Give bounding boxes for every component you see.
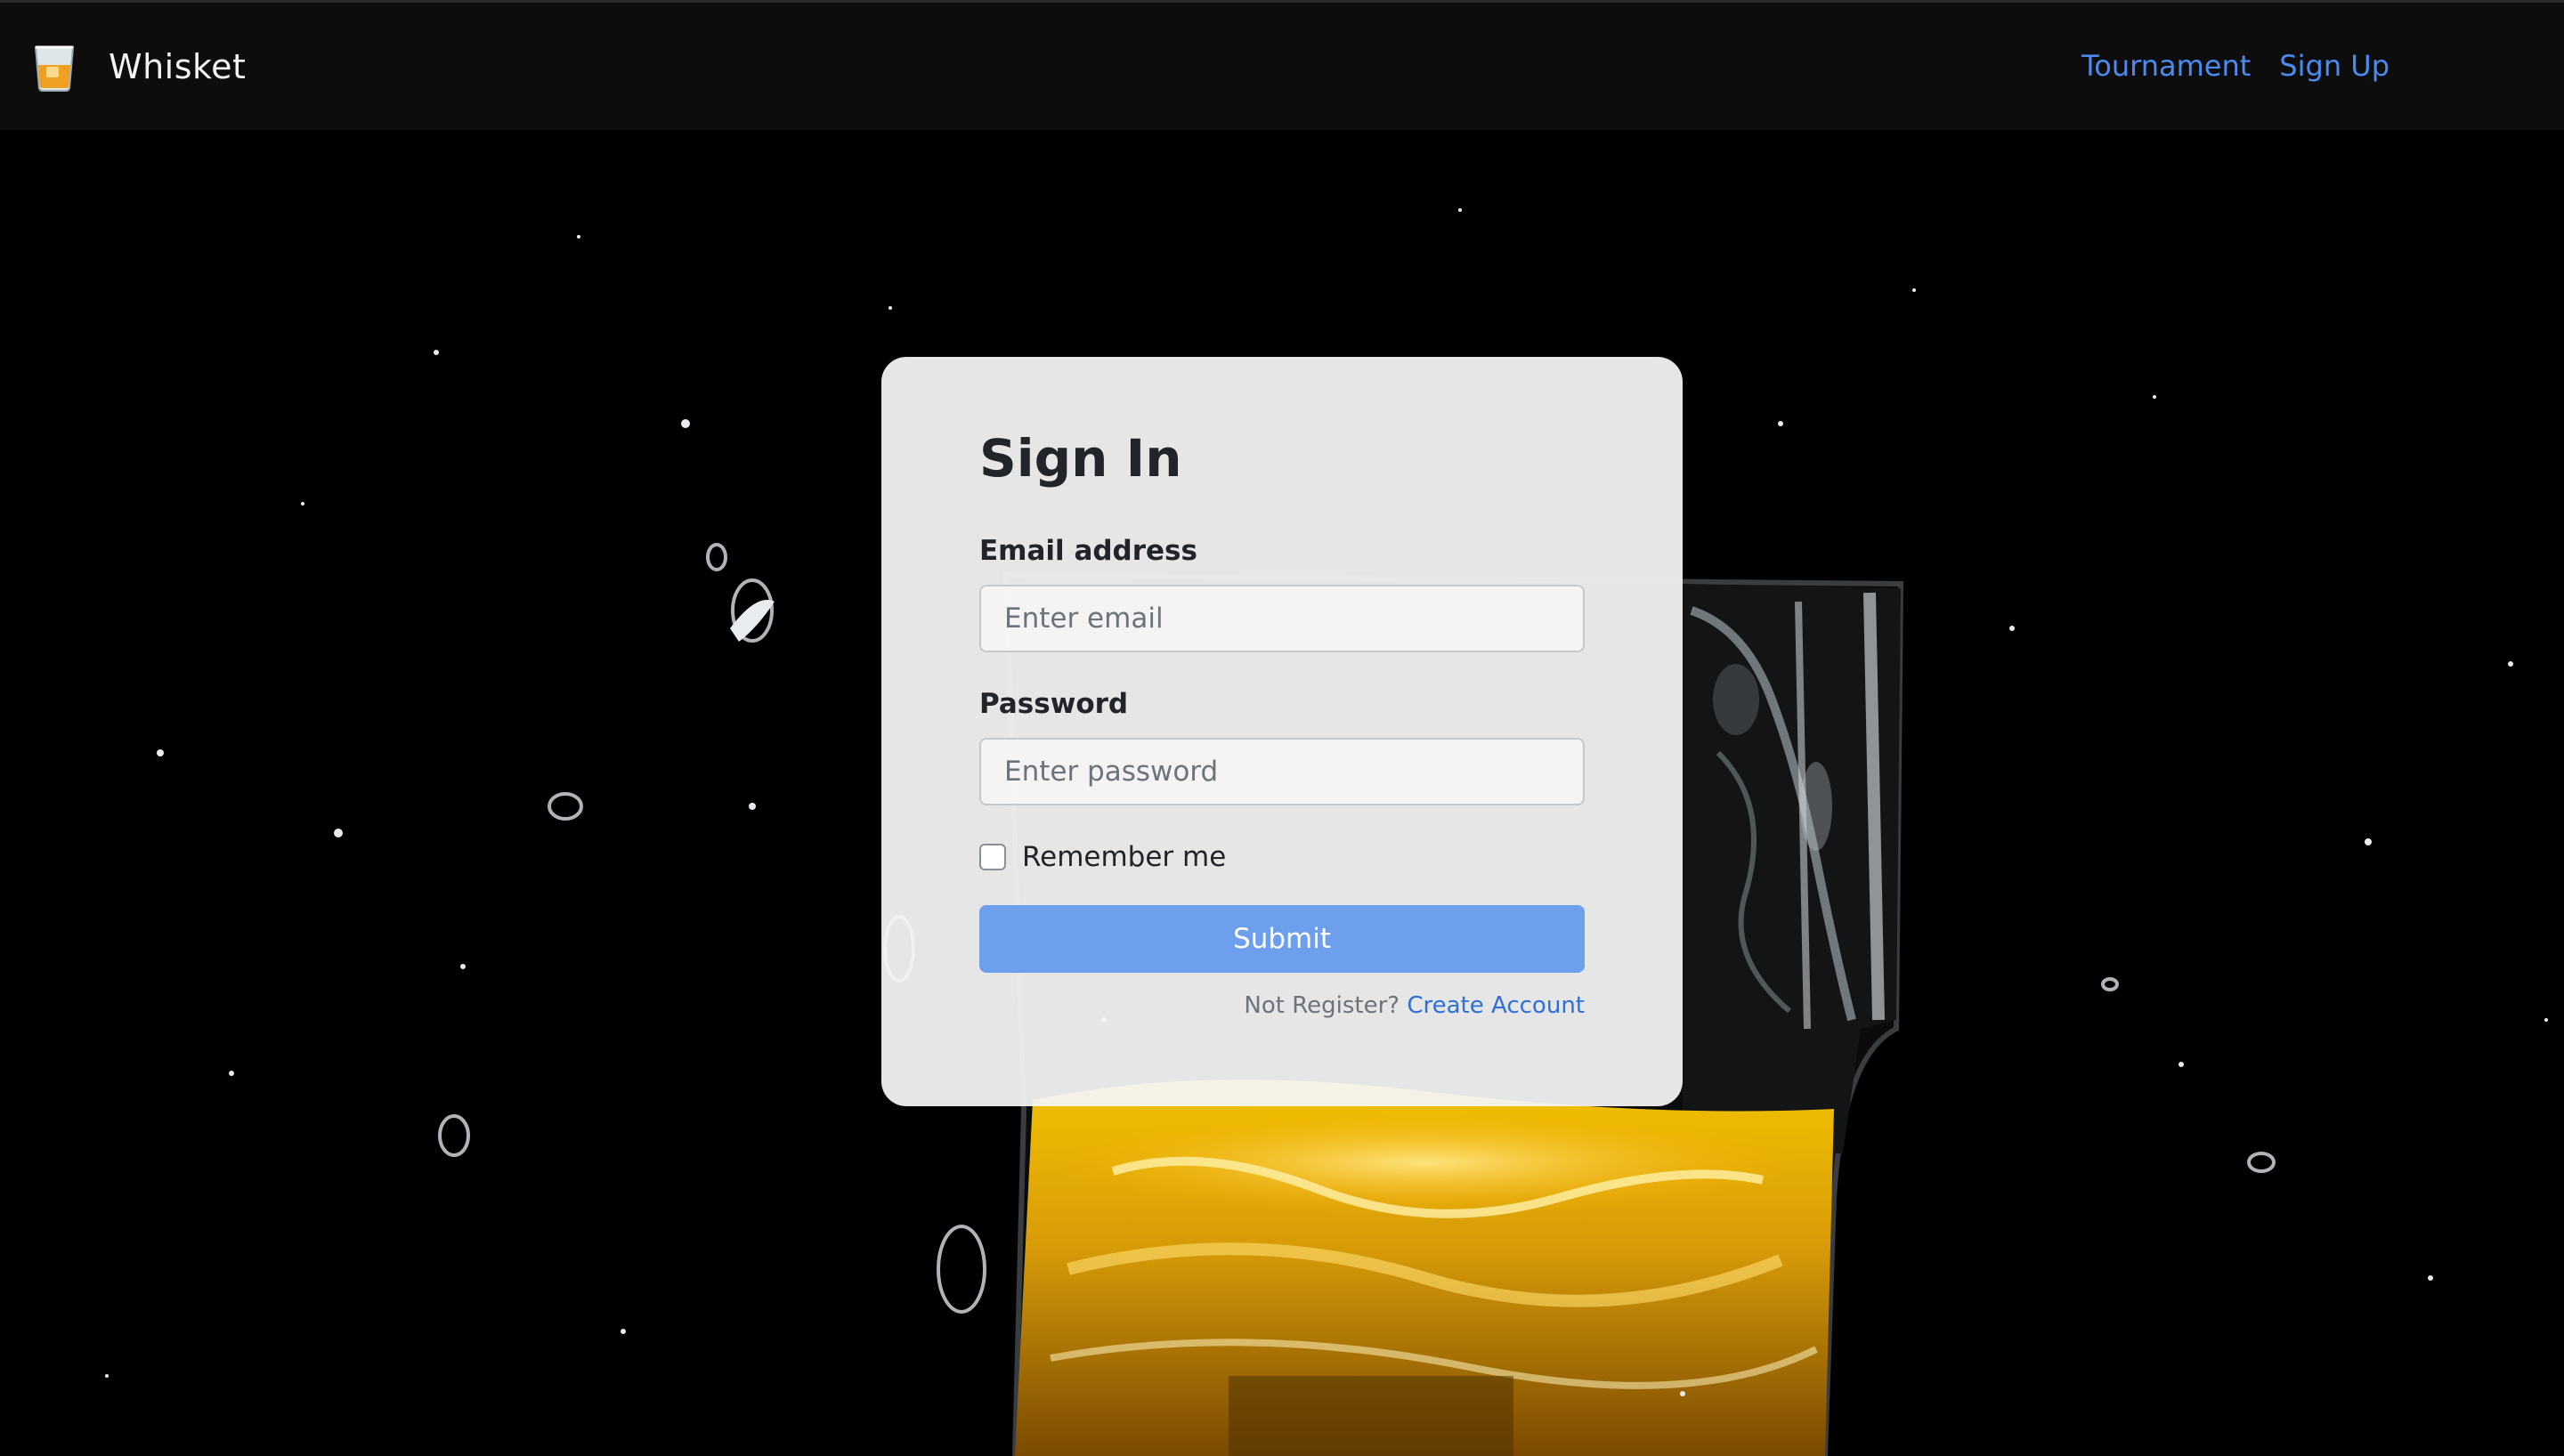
register-row: Not Register? Create Account bbox=[979, 992, 1585, 1019]
page: Whisket Tournament Sign Up Sign In Email… bbox=[0, 0, 2564, 1456]
remember-me-row: Remember me bbox=[979, 841, 1585, 873]
brand-link[interactable]: Whisket bbox=[32, 42, 246, 92]
create-account-link[interactable]: Create Account bbox=[1407, 992, 1585, 1019]
brand-name: Whisket bbox=[109, 47, 247, 86]
submit-button[interactable]: Submit bbox=[979, 904, 1585, 973]
nav-links: Tournament Sign Up bbox=[2081, 49, 2390, 83]
whisky-glass-icon bbox=[34, 45, 75, 92]
remember-me-checkbox[interactable] bbox=[979, 843, 1006, 870]
password-label: Password bbox=[979, 687, 1129, 720]
sign-in-card: Sign In Email address Password Remember … bbox=[881, 357, 1683, 1106]
top-navbar: Whisket Tournament Sign Up bbox=[0, 0, 2564, 130]
sign-in-title: Sign In bbox=[979, 428, 1182, 489]
remember-me-label[interactable]: Remember me bbox=[1022, 841, 1226, 873]
password-input[interactable] bbox=[979, 737, 1585, 805]
nav-link-tournament[interactable]: Tournament bbox=[2081, 49, 2251, 83]
nav-link-sign-up[interactable]: Sign Up bbox=[2279, 49, 2390, 83]
register-prompt: Not Register? bbox=[1244, 991, 1408, 1019]
email-label: Email address bbox=[979, 534, 1197, 567]
email-input[interactable] bbox=[979, 584, 1585, 652]
